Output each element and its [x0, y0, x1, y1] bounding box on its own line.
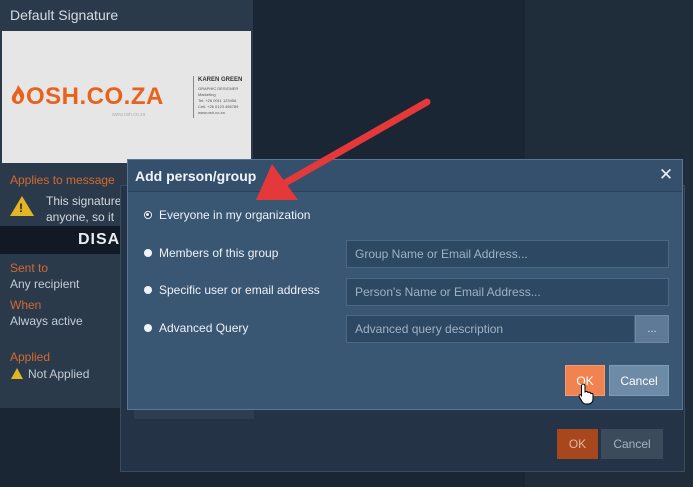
- advanced-query-input[interactable]: [346, 315, 635, 343]
- signature-contact-line: Marketing: [198, 92, 216, 97]
- signature-contact-line: GRAPHIC DESIGNER: [198, 86, 239, 91]
- warning-triangle-icon: !: [10, 196, 34, 216]
- radio-group-members[interactable]: [144, 249, 152, 257]
- person-name-input[interactable]: [346, 278, 669, 306]
- option-group-members[interactable]: Members of this group: [144, 245, 278, 261]
- close-icon[interactable]: ✕: [656, 164, 676, 186]
- add-person-group-dialog: Add person/group ✕ Everyone in my organi…: [127, 159, 683, 410]
- signature-title: Default Signature: [10, 7, 119, 23]
- signature-contact-name: KAREN GREEN: [198, 77, 243, 83]
- option-label: Everyone in my organization: [159, 208, 311, 222]
- radio-advanced-query[interactable]: [144, 324, 152, 332]
- applied-label: Applied: [10, 350, 51, 364]
- option-label: Specific user or email address: [159, 283, 320, 297]
- group-name-input[interactable]: [346, 240, 669, 268]
- cancel-button[interactable]: Cancel: [609, 365, 669, 396]
- flame-logo-icon: [11, 85, 25, 104]
- sent-to-value: Any recipient: [10, 277, 80, 291]
- notice-text: This signature: [46, 194, 122, 208]
- option-label: Advanced Query: [159, 321, 249, 335]
- option-label: Members of this group: [159, 246, 279, 260]
- signature-preview[interactable]: OSH.CO.ZA www.osh.co.za KAREN GREEN GRAP…: [2, 31, 251, 163]
- dialog-title: Add person/group: [135, 168, 257, 184]
- radio-everyone[interactable]: [144, 211, 152, 219]
- when-label: When: [10, 298, 42, 312]
- ok-button[interactable]: OK: [565, 365, 605, 396]
- signature-logo-subtext: www.osh.co.za: [112, 112, 146, 118]
- disabled-banner-text: DISA: [78, 231, 121, 248]
- signature-contact-line: Cell: +26 0123 456789: [198, 104, 239, 109]
- notice-text: anyone, so it: [46, 210, 115, 224]
- signature-contact-line: www.osh.co.za: [198, 110, 225, 115]
- signature-logo-text: OSH.CO.ZA: [26, 83, 164, 110]
- signature-divider: [193, 76, 194, 118]
- warning-triangle-icon: [11, 368, 23, 379]
- option-everyone[interactable]: Everyone in my organization: [144, 207, 310, 223]
- dialog-header: Add person/group ✕: [128, 160, 682, 192]
- applied-status: Not Applied: [28, 367, 90, 381]
- radio-specific-user[interactable]: [144, 286, 152, 294]
- background-cancel-button[interactable]: Cancel: [601, 429, 663, 459]
- background-ok-button[interactable]: OK: [557, 429, 598, 459]
- option-specific-user[interactable]: Specific user or email address: [144, 282, 320, 298]
- sent-to-label: Sent to: [10, 261, 49, 275]
- signature-contact-line: Tel: +26 0011 123456: [198, 98, 237, 103]
- applies-to-label: Applies to message: [10, 173, 115, 187]
- when-value: Always active: [10, 314, 83, 328]
- option-advanced-query[interactable]: Advanced Query: [144, 320, 248, 336]
- advanced-query-browse-button[interactable]: ...: [635, 315, 669, 343]
